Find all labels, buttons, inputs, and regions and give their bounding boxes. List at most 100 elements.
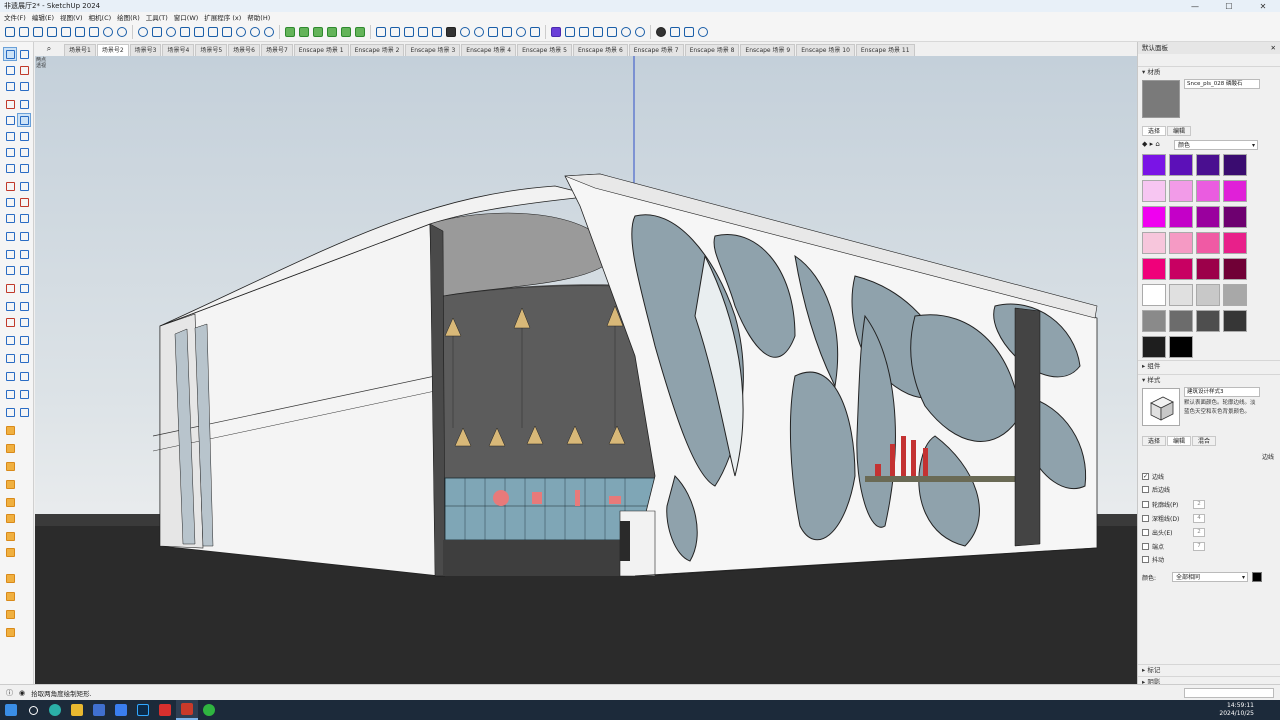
tab-styles-select[interactable]: 选择 [1142, 436, 1167, 446]
walk-tool-icon[interactable] [4, 334, 16, 346]
plugin-solid-icon[interactable] [4, 530, 16, 542]
windows-start-icon[interactable] [0, 700, 22, 720]
color-swatch[interactable] [1142, 232, 1166, 254]
material-category-select[interactable]: 颜色 [1174, 140, 1258, 150]
back-arrow-icon[interactable]: ◆ ▸ ⌂ [1142, 140, 1160, 148]
color-swatch[interactable] [1169, 310, 1193, 332]
color-swatch[interactable] [1223, 206, 1247, 228]
protractor-icon[interactable] [18, 230, 30, 242]
tab-scene[interactable]: 场景号4 [162, 44, 195, 56]
tab-scene-active[interactable]: 场景号2 [96, 44, 129, 56]
checker-icon[interactable] [445, 25, 457, 39]
eraser-alt-icon[interactable] [18, 80, 30, 92]
redo-icon[interactable] [116, 25, 128, 39]
open-file-icon[interactable] [18, 25, 30, 39]
color-swatch[interactable] [1196, 154, 1220, 176]
color-swatch[interactable] [1142, 154, 1166, 176]
enscape-view-icon[interactable] [578, 25, 590, 39]
move-icon[interactable] [4, 180, 16, 192]
enscape-sync-icon[interactable] [564, 25, 576, 39]
rect-tool-icon[interactable] [4, 114, 16, 126]
tab-scene[interactable]: 场景号6 [228, 44, 260, 56]
plugin-shape-icon[interactable] [4, 512, 16, 524]
extension-icon[interactable] [417, 25, 429, 39]
plugin-curve-icon[interactable] [4, 590, 16, 602]
upload-icon[interactable] [459, 25, 471, 39]
color-swatch[interactable] [1196, 180, 1220, 202]
close-button[interactable]: ✕ [1246, 0, 1280, 12]
sandbox-detail-icon[interactable] [18, 406, 30, 418]
settings-gear-icon[interactable] [249, 25, 261, 39]
section-fill-icon[interactable] [18, 282, 30, 294]
color-swatch[interactable] [1223, 310, 1247, 332]
cut-icon[interactable] [46, 25, 58, 39]
tab-scene[interactable]: 场景号1 [64, 44, 96, 56]
eraser-icon[interactable] [18, 64, 30, 76]
plugin-ruler-icon[interactable] [4, 442, 16, 454]
copy-icon[interactable] [60, 25, 72, 39]
plugin-box-icon[interactable] [4, 478, 16, 490]
menu-edit[interactable]: 编辑(E) [32, 12, 54, 22]
sandbox-stamp-icon[interactable] [4, 388, 16, 400]
component-icon[interactable] [389, 25, 401, 39]
3d-text-icon[interactable] [18, 264, 30, 276]
point-icon[interactable] [655, 25, 667, 39]
tab-scene[interactable]: Enscape 场景 5 [517, 44, 572, 56]
enscape-start-icon[interactable] [550, 25, 562, 39]
rectangle-icon[interactable] [683, 25, 695, 39]
zoom-extents-icon[interactable] [193, 25, 205, 39]
style-name-field[interactable]: 建筑设计样式3 [1184, 387, 1260, 397]
enscape-screenshot-icon[interactable] [606, 25, 618, 39]
previous-view-icon[interactable] [18, 316, 30, 328]
sandbox-contours-icon[interactable] [4, 370, 16, 382]
circle-icon[interactable] [4, 130, 16, 142]
color-swatch[interactable] [1142, 206, 1166, 228]
paste-icon[interactable] [74, 25, 86, 39]
follow-me-icon[interactable] [18, 196, 30, 208]
tag-icon[interactable] [4, 80, 16, 92]
color-swatch[interactable] [1169, 206, 1193, 228]
info-icon[interactable]: ⓘ [6, 688, 13, 698]
checkbox-profiles[interactable]: 轮廓线(P) [1142, 500, 1178, 509]
position-camera-icon[interactable] [18, 334, 30, 346]
sandbox-tool-icon[interactable] [18, 352, 30, 364]
tab-styles-edit[interactable]: 编辑 [1167, 436, 1192, 446]
arc-icon[interactable] [4, 146, 16, 158]
rotated-rect-icon[interactable] [17, 113, 31, 127]
styles-header[interactable]: ▾ 样式 [1138, 374, 1280, 385]
profiles-width-field[interactable]: 2 [1193, 500, 1205, 509]
system-clock[interactable]: 14:59:11 2024/10/25 [1219, 702, 1254, 718]
enscape-settings-icon[interactable] [634, 25, 646, 39]
color-swatch[interactable] [1169, 284, 1193, 306]
cloud-icon[interactable] [473, 25, 485, 39]
color-swatch[interactable] [1196, 232, 1220, 254]
color-swatch[interactable] [1223, 180, 1247, 202]
shadows-header[interactable]: ▸ 阴影 [1138, 676, 1280, 684]
menu-file[interactable]: 文件(F) [4, 12, 26, 22]
app-icon[interactable] [88, 700, 110, 720]
checkbox-jitter[interactable]: 抖动 [1142, 555, 1164, 564]
solid-union-icon[interactable] [284, 25, 296, 39]
color-swatch[interactable] [1142, 336, 1166, 358]
section-plane-icon[interactable] [207, 25, 219, 39]
checkbox-endpoints[interactable]: 端点 [1142, 542, 1164, 551]
push-pull-icon[interactable] [18, 180, 30, 192]
3d-viewport[interactable]: 两点透视 [35, 56, 1137, 684]
layout-icon[interactable] [431, 25, 443, 39]
color-swatch[interactable] [1223, 284, 1247, 306]
plugin-paint-icon[interactable] [4, 546, 16, 558]
polygon-icon[interactable] [18, 130, 30, 142]
tab-scene[interactable]: 场景号3 [129, 44, 162, 56]
color-swatch[interactable] [1223, 154, 1247, 176]
solid-intersect-icon[interactable] [298, 25, 310, 39]
pie-icon[interactable] [18, 162, 30, 174]
menu-help[interactable]: 帮助(H) [247, 12, 270, 22]
checkbox-extension[interactable]: 出头(E) [1142, 528, 1172, 537]
freehand-icon[interactable] [18, 98, 30, 110]
plugin-cube-icon[interactable] [4, 608, 16, 620]
search-icon[interactable]: ⌕ [34, 42, 64, 56]
solid-split-icon[interactable] [326, 25, 338, 39]
search-icon[interactable] [22, 700, 44, 720]
zoom-window-icon[interactable] [179, 25, 191, 39]
walk-icon[interactable] [221, 25, 233, 39]
